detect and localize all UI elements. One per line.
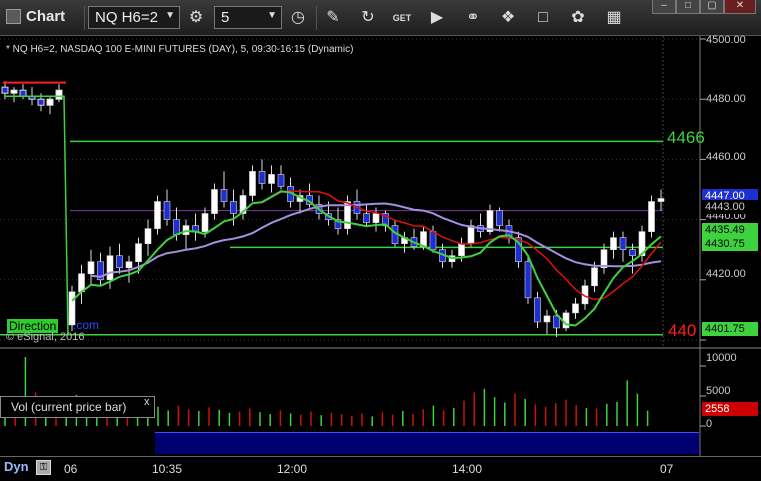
line-label-upper: 4466 — [667, 128, 705, 147]
candle-body — [87, 261, 95, 275]
candle-body — [163, 201, 171, 220]
symbol-value: NQ H6=2 — [95, 9, 158, 26]
chart-area[interactable]: * NQ H6=2, NASDAQ 100 E-MINI FUTURES (DA… — [0, 34, 761, 456]
interval-input[interactable]: 5 ▼ — [214, 6, 282, 29]
candle-body — [1, 86, 9, 94]
comment-icon[interactable]: □ — [533, 8, 553, 28]
volume-tick: 0 — [706, 418, 713, 430]
ma-price-tag: 4435.49 — [702, 223, 758, 237]
candle-body — [610, 237, 617, 250]
settings-tool-icon[interactable]: ❖ — [498, 8, 518, 28]
support-price-tag: 4430.75 — [702, 237, 758, 251]
candle-body — [230, 201, 237, 214]
candle-body — [543, 315, 551, 323]
time-tick: 12:00 — [277, 462, 308, 476]
candle-body — [211, 189, 218, 214]
play-icon[interactable]: ▶ — [427, 8, 447, 28]
candle-body — [629, 249, 636, 257]
candle-body — [458, 243, 465, 257]
candle-body — [201, 213, 209, 232]
chevron-down-icon[interactable]: ▼ — [267, 10, 277, 21]
volume-tick: 5000 — [706, 385, 731, 397]
candle-body — [144, 228, 152, 244]
time-tick: 06 — [64, 462, 78, 476]
candle-body — [524, 261, 532, 299]
volume-study-label[interactable]: Vol (current price bar) — [0, 396, 155, 418]
time-tick: 10:35 — [152, 462, 183, 476]
price-chart[interactable] — [0, 36, 761, 456]
price-tick: 4420.00 — [706, 268, 746, 280]
volume-tag: 2558 — [702, 402, 758, 416]
candle-body — [467, 225, 475, 244]
candle-body — [46, 98, 54, 106]
candle-body — [363, 213, 370, 223]
symbol-header: * NQ H6=2, NASDAQ 100 E-MINI FUTURES (DA… — [6, 44, 354, 55]
candle-body — [19, 89, 27, 97]
clock-icon[interactable]: ◷ — [288, 8, 308, 28]
price-tick: 4460.00 — [706, 151, 746, 163]
candle-body — [258, 171, 266, 184]
grid-icon[interactable]: ▦ — [604, 8, 624, 28]
candle-body — [116, 255, 123, 269]
candle-body — [106, 255, 114, 281]
pencil-icon[interactable]: ✎ — [323, 8, 343, 28]
refresh-icon[interactable]: ↻ — [358, 8, 378, 28]
time-tick: 07 — [660, 462, 674, 476]
interval-value: 5 — [221, 9, 230, 26]
time-axis: Dyn ⚿ 06 10:35 12:00 14:00 07 — [0, 456, 761, 481]
candle-body — [619, 237, 627, 250]
candle-body — [220, 189, 228, 202]
price-tick: 4500.00 — [706, 34, 746, 46]
toolbar-separator — [84, 6, 85, 30]
maximize-button[interactable]: ▢ — [700, 0, 724, 14]
candle-body — [173, 219, 180, 235]
candle-body — [125, 261, 133, 269]
candle-body — [534, 297, 541, 323]
candle-body — [268, 174, 275, 184]
price-tick: 4480.00 — [706, 93, 746, 105]
candle-body — [37, 98, 45, 106]
time-tick: 14:00 — [452, 462, 483, 476]
candle-body — [277, 174, 285, 187]
axis-mode-label[interactable]: Dyn — [4, 459, 29, 474]
candle-body — [154, 201, 161, 229]
candle-body — [372, 213, 380, 223]
volume-panel-bar — [155, 432, 699, 454]
link-icon[interactable]: ⚭ — [463, 8, 483, 28]
watermark: © eSignal, 2016 — [6, 331, 85, 343]
candle-body — [562, 312, 570, 329]
direction-suffix: .com — [73, 318, 100, 332]
candle-body — [429, 231, 437, 250]
chevron-down-icon[interactable]: ▼ — [165, 10, 175, 21]
close-icon[interactable]: x — [144, 396, 150, 408]
toolbar: Chart NQ H6=2 ▼ ⚙ 5 ▼ ◷ ✎ ↻ GET ▶ ⚭ ❖ □ … — [0, 0, 761, 36]
candle-body — [572, 303, 579, 314]
get-icon[interactable]: GET — [392, 8, 412, 28]
twitter-icon[interactable]: ✿ — [568, 8, 588, 28]
symbol-input[interactable]: NQ H6=2 ▼ — [88, 6, 180, 29]
gear-icon[interactable]: ⚙ — [186, 8, 206, 28]
candle-body — [249, 171, 256, 196]
toolbar-separator — [316, 6, 317, 30]
volume-tick: 10000 — [706, 352, 737, 364]
line-label-lower: 440 — [668, 321, 697, 340]
lock-icon[interactable]: ⚿ — [36, 460, 51, 475]
candle-body — [496, 210, 503, 226]
candle-body — [657, 198, 665, 202]
close-button[interactable]: ✕ — [724, 0, 756, 14]
candle-body — [10, 89, 18, 94]
plot-background — [0, 36, 700, 446]
window-title: Chart — [26, 8, 66, 25]
candle-body — [135, 243, 142, 263]
restore-button[interactable]: □ — [676, 0, 700, 14]
low-price-tag: 4401.75 — [702, 322, 758, 336]
minimize-button[interactable]: – — [652, 0, 676, 14]
candle-body — [591, 267, 598, 287]
level-price-tag: 4443.00 — [702, 200, 758, 214]
chart-app-icon — [6, 9, 21, 24]
candle-body — [55, 89, 63, 100]
candle-body — [648, 201, 655, 232]
